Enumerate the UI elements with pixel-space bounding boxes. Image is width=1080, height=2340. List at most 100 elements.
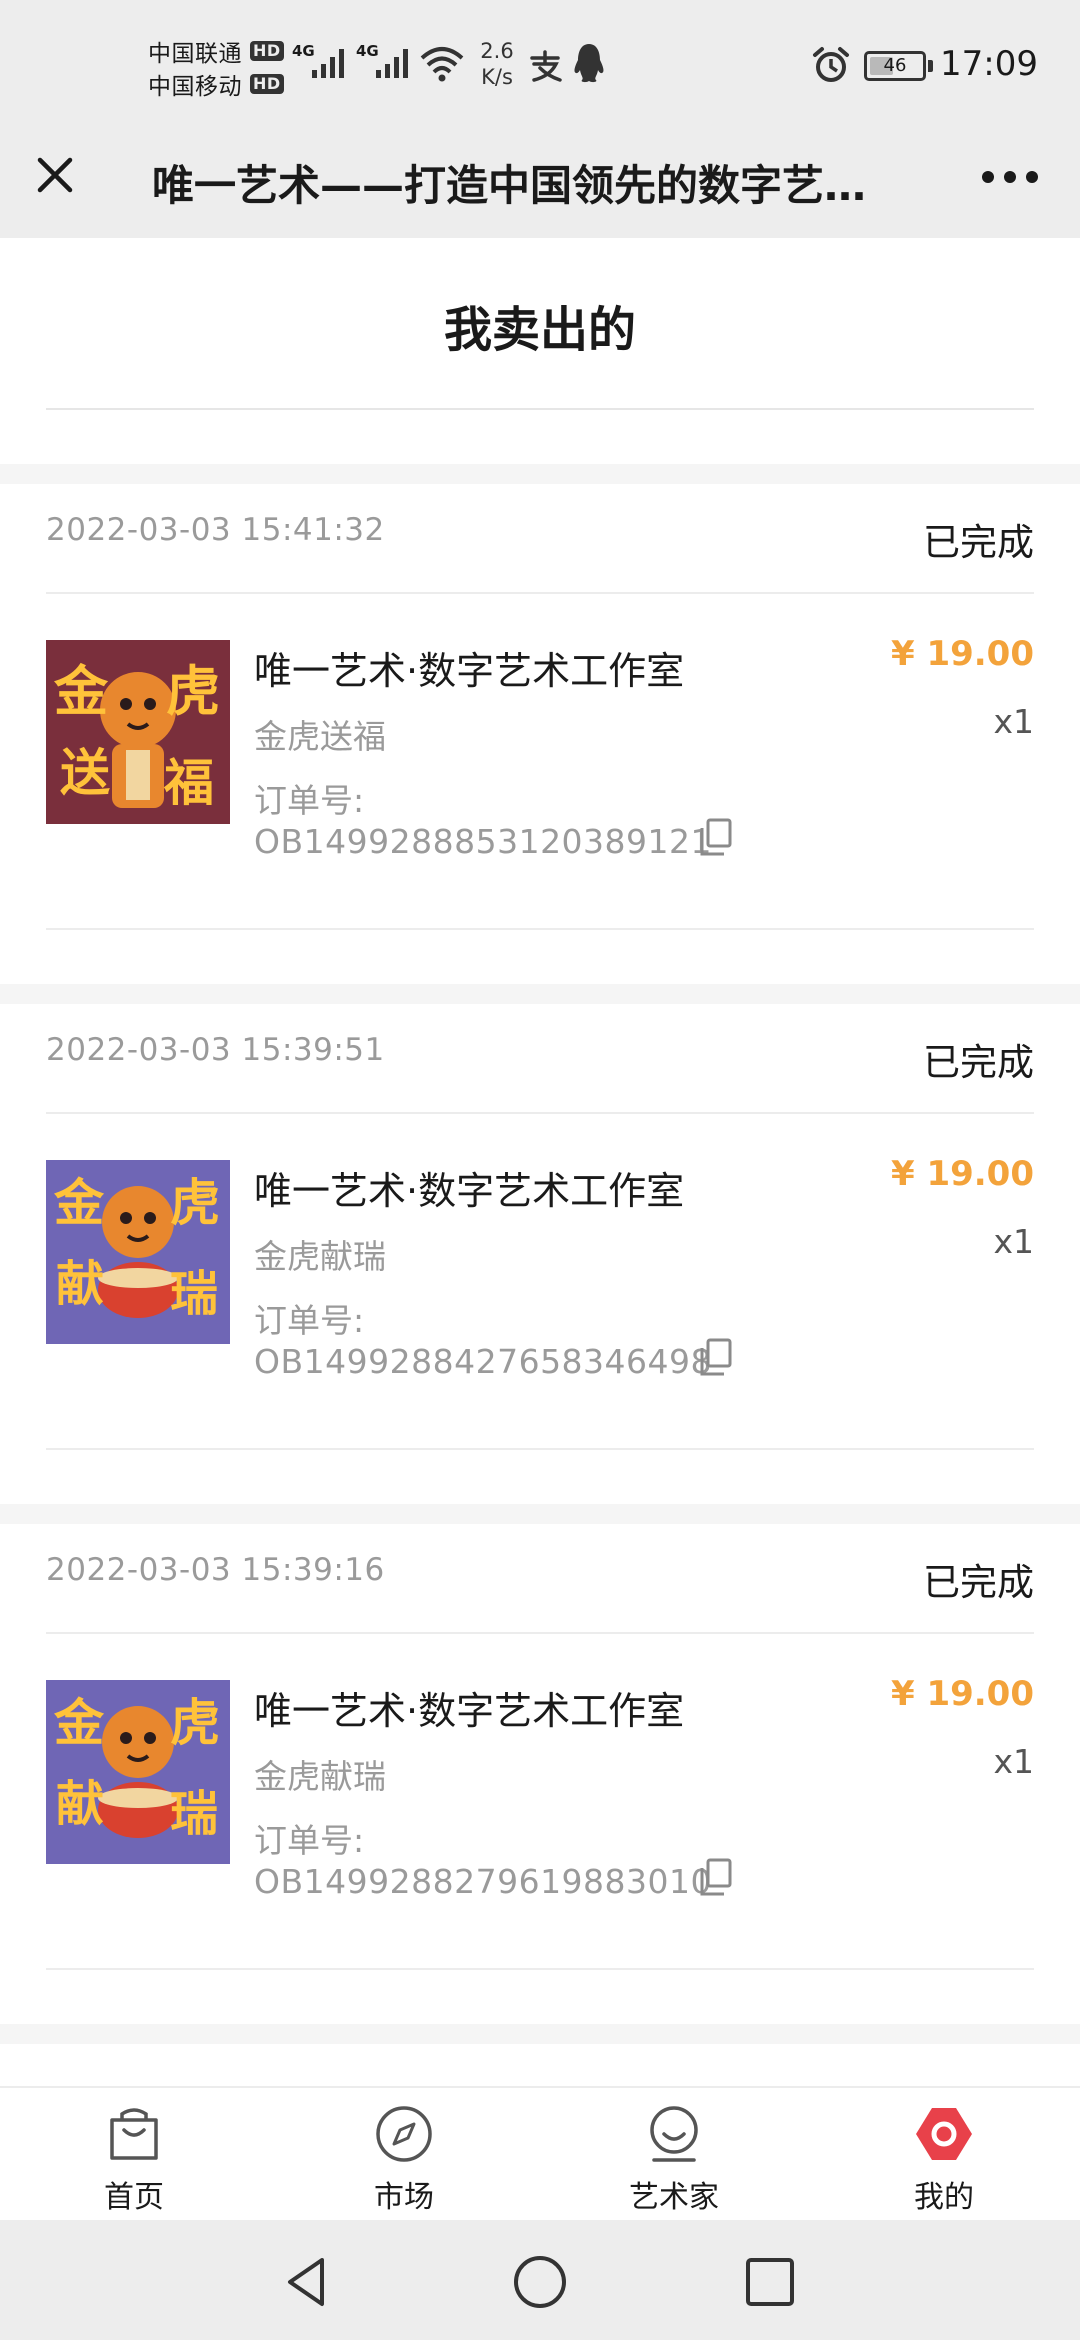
order-number: OB1499288853120389121 xyxy=(254,822,713,861)
order-number: OB1499288427658346498 xyxy=(254,1342,713,1381)
shop-name: 唯一艺术·数字艺术工作室 xyxy=(254,649,685,693)
home-circle-icon[interactable] xyxy=(512,2254,568,2310)
page-title: 我卖出的 xyxy=(443,302,636,358)
order-divider xyxy=(46,592,1034,594)
more-icon[interactable] xyxy=(970,152,1050,202)
order-number: OB1499288279619883010 xyxy=(254,1862,713,1901)
shop-name: 唯一艺术·数字艺术工作室 xyxy=(254,1689,685,1733)
quantity: x1 xyxy=(993,702,1034,741)
close-icon[interactable] xyxy=(22,142,88,208)
section-gap xyxy=(0,984,1080,1004)
art-text: 金 xyxy=(54,1694,105,1752)
order-status: 已完成 xyxy=(923,521,1034,564)
product-name: 金虎献瑞 xyxy=(254,1237,386,1276)
qq-icon xyxy=(574,44,604,83)
carrier-1: 中国联通 xyxy=(148,40,242,67)
nav-label-market: 市场 xyxy=(374,2180,434,2215)
art-text: 虎 xyxy=(166,660,220,723)
product-thumbnail[interactable]: 金 虎 献 瑞 xyxy=(46,1680,230,1864)
art-text: 瑞 xyxy=(170,1786,218,1842)
carrier-2: 中国移动 xyxy=(148,73,242,100)
section-gap xyxy=(0,2024,1080,2044)
hd-badge: HD xyxy=(250,73,284,94)
shopping-bag-icon xyxy=(110,2108,158,2160)
order-status: 已完成 xyxy=(923,1561,1034,1604)
nav-item-artist[interactable]: 艺术家 xyxy=(584,2088,764,2222)
system-nav-bar xyxy=(0,2220,1080,2340)
art-text: 献 xyxy=(56,1776,104,1832)
shop-name: 唯一艺术·数字艺术工作室 xyxy=(254,1169,685,1213)
battery-level: 46 xyxy=(883,55,907,76)
order-number-label: 订单号: xyxy=(254,1301,365,1340)
art-text: 送 xyxy=(60,744,110,802)
signal-bars-icon xyxy=(376,49,408,78)
product-thumbnail[interactable]: 金 虎 送 福 xyxy=(46,640,230,824)
nav-item-market[interactable]: 市场 xyxy=(314,2088,494,2222)
order-card[interactable]: 2022-03-03 15:39:51 已完成 金 虎 献 瑞 唯一艺术·数字艺… xyxy=(0,1004,1080,1504)
order-status: 已完成 xyxy=(923,1041,1034,1084)
order-divider xyxy=(46,1448,1034,1450)
net-speed-value: 2.6 xyxy=(480,39,514,63)
nav-item-home[interactable]: 首页 xyxy=(44,2088,224,2222)
order-time: 2022-03-03 15:41:32 xyxy=(46,512,385,548)
price: ¥ 19.00 xyxy=(890,1674,1034,1714)
order-list: 2022-03-03 15:41:32 已完成 金 虎 送 福 唯一艺术·数字艺… xyxy=(0,464,1080,2086)
section-gap xyxy=(0,1504,1080,1524)
copy-icon[interactable] xyxy=(698,1338,734,1378)
title-bar: 唯一艺术——打造中国领先的数字艺术平台 xyxy=(0,122,1080,238)
header-divider xyxy=(46,408,1034,410)
order-divider xyxy=(46,928,1034,930)
signal-bars-icon xyxy=(312,49,344,78)
carrier-info: 中国联通 HD 中国移动 HD xyxy=(148,34,284,100)
price: ¥ 19.00 xyxy=(890,1154,1034,1194)
battery-cap xyxy=(928,60,933,72)
wifi-icon xyxy=(420,47,464,82)
hd-badge: HD xyxy=(250,40,284,61)
art-text: 瑞 xyxy=(170,1266,218,1322)
quantity: x1 xyxy=(993,1222,1034,1261)
product-name: 金虎送福 xyxy=(254,717,386,756)
nav-label-artist: 艺术家 xyxy=(629,2180,719,2215)
nav-label-mine: 我的 xyxy=(914,2180,974,2215)
order-divider xyxy=(46,1632,1034,1634)
bottom-nav: 首页 市场 艺术家 我的 xyxy=(0,2086,1080,2220)
status-bar: 中国联通 HD 中国移动 HD 4G 4G 2.6 K/s 46 17:09 xyxy=(0,0,1080,122)
art-text: 金 xyxy=(53,660,109,723)
nav-label-home: 首页 xyxy=(104,2180,164,2215)
order-card-partial[interactable] xyxy=(0,2044,1080,2086)
art-text: 献 xyxy=(56,1256,104,1312)
section-gap xyxy=(0,464,1080,484)
order-divider xyxy=(46,1968,1034,1970)
quantity: x1 xyxy=(993,1742,1034,1781)
page-title-bar-text: 唯一艺术——打造中国领先的数字艺术平台 xyxy=(152,161,892,210)
art-text: 虎 xyxy=(170,1174,220,1232)
alipay-icon xyxy=(530,50,562,82)
order-time: 2022-03-03 15:39:16 xyxy=(46,1552,385,1588)
order-divider xyxy=(46,1112,1034,1114)
order-time: 2022-03-03 15:39:51 xyxy=(46,1032,385,1068)
product-name: 金虎献瑞 xyxy=(254,1757,386,1796)
order-card[interactable]: 2022-03-03 15:39:16 已完成 金 虎 献 瑞 唯一艺术·数字艺… xyxy=(0,1524,1080,2024)
net-speed-unit: K/s xyxy=(481,65,513,89)
order-number-label: 订单号: xyxy=(254,1821,365,1860)
alarm-icon xyxy=(813,47,849,82)
battery-icon: 46 xyxy=(864,51,926,81)
art-text: 福 xyxy=(163,754,214,812)
order-number-label: 订单号: xyxy=(254,781,365,820)
recents-icon[interactable] xyxy=(744,2256,796,2308)
product-thumbnail[interactable]: 金 虎 献 瑞 xyxy=(46,1160,230,1344)
page-header: 我卖出的 xyxy=(0,238,1080,464)
clock: 17:09 xyxy=(940,44,1038,84)
order-card[interactable]: 2022-03-03 15:41:32 已完成 金 虎 送 福 唯一艺术·数字艺… xyxy=(0,484,1080,984)
price: ¥ 19.00 xyxy=(890,634,1034,674)
art-text: 虎 xyxy=(170,1694,220,1752)
copy-icon[interactable] xyxy=(698,1858,734,1898)
profile-icon xyxy=(916,2108,972,2160)
art-text: 金 xyxy=(54,1174,105,1232)
copy-icon[interactable] xyxy=(698,818,734,858)
nav-item-mine[interactable]: 我的 xyxy=(854,2088,1034,2222)
net-speed: 2.6 K/s xyxy=(472,38,522,90)
back-icon[interactable] xyxy=(282,2254,332,2310)
compass-icon xyxy=(376,2106,432,2162)
artist-icon xyxy=(650,2106,698,2162)
